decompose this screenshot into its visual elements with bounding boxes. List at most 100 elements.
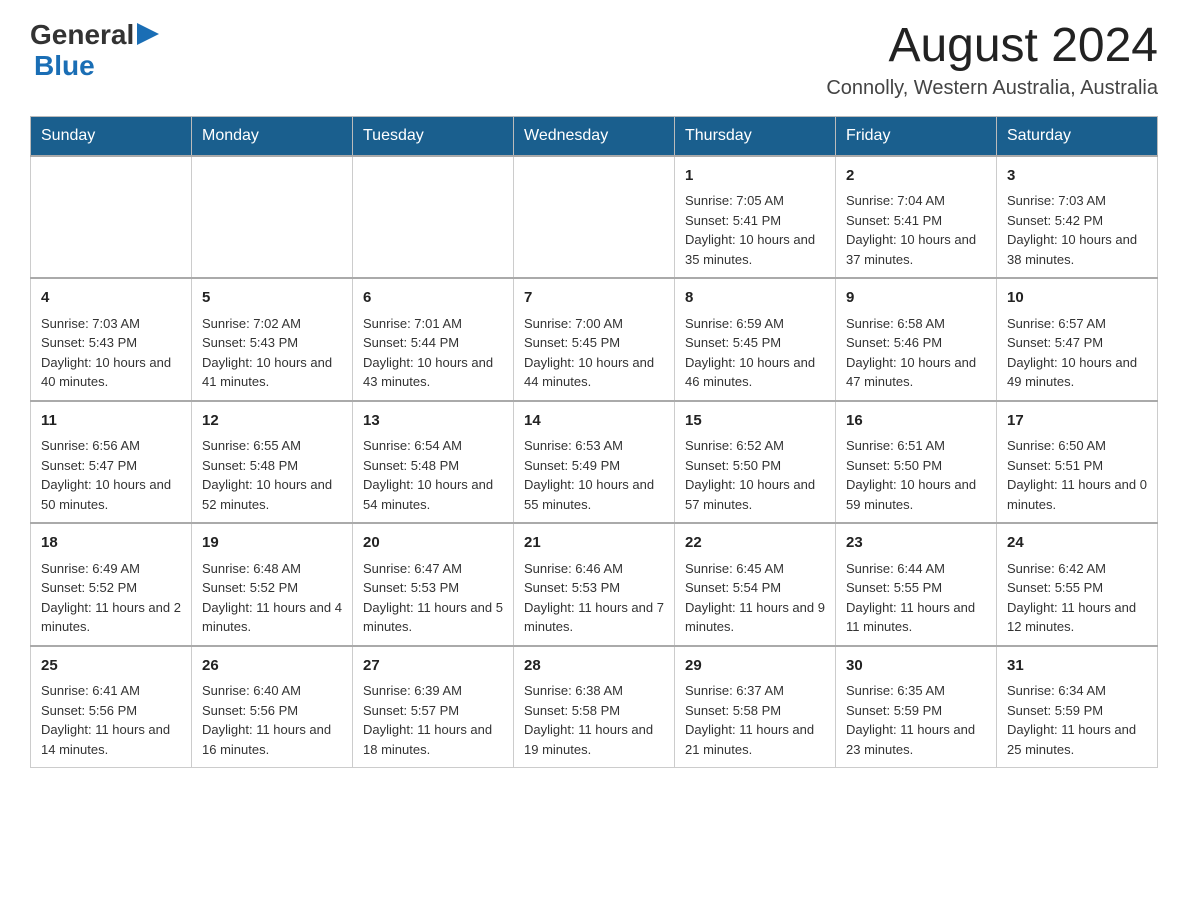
calendar-week-row: 4Sunrise: 7:03 AMSunset: 5:43 PMDaylight… xyxy=(31,278,1158,401)
calendar-cell: 4 Sunrise: 7:03 AMSunset: 5:43 PMDaylight… xyxy=(31,278,192,401)
sunrise-text: Sunrise: 6:45 AM xyxy=(685,559,825,579)
calendar-week-row: 25Sunrise: 6:41 AMSunset: 5:56 PMDayligh… xyxy=(31,646,1158,768)
calendar-cell: 29Sunrise: 6:37 AMSunset: 5:58 PMDayligh… xyxy=(675,646,836,768)
calendar-cell: 14Sunrise: 6:53 AMSunset: 5:49 PMDayligh… xyxy=(514,401,675,524)
sunset-text: Sunset: 5:52 PM xyxy=(202,578,342,598)
sunset-text: Sunset: 5:58 PM xyxy=(524,701,664,721)
sunset-text: Sunset: 5:46 PM xyxy=(846,333,986,353)
calendar-cell: 22Sunrise: 6:45 AMSunset: 5:54 PMDayligh… xyxy=(675,523,836,646)
day-number: 26 xyxy=(202,655,342,678)
sunrise-text: Sunrise: 6:50 AM xyxy=(1007,436,1147,456)
sunrise-text: Sunrise: 6:58 AM xyxy=(846,314,986,334)
day-number: 31 xyxy=(1007,655,1147,678)
day-number: 24 xyxy=(1007,532,1147,555)
sunset-text: Sunset: 5:59 PM xyxy=(846,701,986,721)
daylight-text: Daylight: 11 hours and 21 minutes. xyxy=(685,720,825,759)
month-year-title: August 2024 xyxy=(826,20,1158,73)
calendar-cell: 26Sunrise: 6:40 AMSunset: 5:56 PMDayligh… xyxy=(192,646,353,768)
calendar-cell: 3Sunrise: 7:03 AMSunset: 5:42 PMDaylight… xyxy=(997,156,1158,279)
sunrise-text: Sunrise: 6:38 AM xyxy=(524,681,664,701)
calendar-cell: 6Sunrise: 7:01 AMSunset: 5:44 PMDaylight… xyxy=(353,278,514,401)
calendar-day-header: Thursday xyxy=(675,116,836,156)
daylight-text: Daylight: 11 hours and 18 minutes. xyxy=(363,720,503,759)
calendar-day-header: Monday xyxy=(192,116,353,156)
calendar-cell: 17Sunrise: 6:50 AMSunset: 5:51 PMDayligh… xyxy=(997,401,1158,524)
calendar-day-header: Tuesday xyxy=(353,116,514,156)
sunrise-text: Sunrise: 7:03 AM xyxy=(41,314,181,334)
daylight-text: Daylight: 10 hours and 40 minutes. xyxy=(41,353,181,392)
day-number: 5 xyxy=(202,287,342,310)
day-number: 3 xyxy=(1007,165,1147,188)
daylight-text: Daylight: 11 hours and 23 minutes. xyxy=(846,720,986,759)
calendar-day-header: Friday xyxy=(836,116,997,156)
sunset-text: Sunset: 5:43 PM xyxy=(41,333,181,353)
day-number: 4 xyxy=(41,287,181,310)
daylight-text: Daylight: 10 hours and 52 minutes. xyxy=(202,475,342,514)
calendar-cell: 19Sunrise: 6:48 AMSunset: 5:52 PMDayligh… xyxy=(192,523,353,646)
sunset-text: Sunset: 5:55 PM xyxy=(1007,578,1147,598)
logo-blue-text: Blue xyxy=(34,51,159,82)
day-number: 20 xyxy=(363,532,503,555)
daylight-text: Daylight: 10 hours and 55 minutes. xyxy=(524,475,664,514)
sunrise-text: Sunrise: 6:51 AM xyxy=(846,436,986,456)
day-number: 10 xyxy=(1007,287,1147,310)
sunset-text: Sunset: 5:52 PM xyxy=(41,578,181,598)
sunrise-text: Sunrise: 7:01 AM xyxy=(363,314,503,334)
daylight-text: Daylight: 10 hours and 59 minutes. xyxy=(846,475,986,514)
daylight-text: Daylight: 11 hours and 12 minutes. xyxy=(1007,598,1147,637)
sunrise-text: Sunrise: 6:56 AM xyxy=(41,436,181,456)
calendar-cell: 21Sunrise: 6:46 AMSunset: 5:53 PMDayligh… xyxy=(514,523,675,646)
daylight-text: Daylight: 10 hours and 44 minutes. xyxy=(524,353,664,392)
location-subtitle: Connolly, Western Australia, Australia xyxy=(826,77,1158,100)
logo-arrow-icon xyxy=(137,23,159,45)
day-number: 30 xyxy=(846,655,986,678)
day-number: 21 xyxy=(524,532,664,555)
sunrise-text: Sunrise: 6:55 AM xyxy=(202,436,342,456)
calendar-cell: 16Sunrise: 6:51 AMSunset: 5:50 PMDayligh… xyxy=(836,401,997,524)
day-number: 23 xyxy=(846,532,986,555)
sunset-text: Sunset: 5:53 PM xyxy=(524,578,664,598)
calendar-cell: 23Sunrise: 6:44 AMSunset: 5:55 PMDayligh… xyxy=(836,523,997,646)
day-number: 19 xyxy=(202,532,342,555)
calendar-cell: 18Sunrise: 6:49 AMSunset: 5:52 PMDayligh… xyxy=(31,523,192,646)
day-number: 12 xyxy=(202,410,342,433)
sunrise-text: Sunrise: 6:46 AM xyxy=(524,559,664,579)
sunrise-text: Sunrise: 6:40 AM xyxy=(202,681,342,701)
sunrise-text: Sunrise: 6:54 AM xyxy=(363,436,503,456)
sunrise-text: Sunrise: 6:52 AM xyxy=(685,436,825,456)
sunrise-text: Sunrise: 6:59 AM xyxy=(685,314,825,334)
sunset-text: Sunset: 5:58 PM xyxy=(685,701,825,721)
daylight-text: Daylight: 11 hours and 14 minutes. xyxy=(41,720,181,759)
daylight-text: Daylight: 11 hours and 4 minutes. xyxy=(202,598,342,637)
sunset-text: Sunset: 5:57 PM xyxy=(363,701,503,721)
sunset-text: Sunset: 5:41 PM xyxy=(846,211,986,231)
logo: General Blue xyxy=(30,20,159,82)
sunrise-text: Sunrise: 6:34 AM xyxy=(1007,681,1147,701)
daylight-text: Daylight: 10 hours and 43 minutes. xyxy=(363,353,503,392)
calendar-cell: 9Sunrise: 6:58 AMSunset: 5:46 PMDaylight… xyxy=(836,278,997,401)
sunset-text: Sunset: 5:56 PM xyxy=(41,701,181,721)
day-number: 17 xyxy=(1007,410,1147,433)
sunrise-text: Sunrise: 6:47 AM xyxy=(363,559,503,579)
daylight-text: Daylight: 11 hours and 11 minutes. xyxy=(846,598,986,637)
calendar-cell: 25Sunrise: 6:41 AMSunset: 5:56 PMDayligh… xyxy=(31,646,192,768)
calendar-cell: 5Sunrise: 7:02 AMSunset: 5:43 PMDaylight… xyxy=(192,278,353,401)
sunset-text: Sunset: 5:59 PM xyxy=(1007,701,1147,721)
sunrise-text: Sunrise: 6:37 AM xyxy=(685,681,825,701)
calendar-cell: 10Sunrise: 6:57 AMSunset: 5:47 PMDayligh… xyxy=(997,278,1158,401)
sunset-text: Sunset: 5:49 PM xyxy=(524,456,664,476)
daylight-text: Daylight: 11 hours and 16 minutes. xyxy=(202,720,342,759)
sunset-text: Sunset: 5:45 PM xyxy=(685,333,825,353)
calendar-cell xyxy=(192,156,353,279)
daylight-text: Daylight: 11 hours and 25 minutes. xyxy=(1007,720,1147,759)
day-number: 7 xyxy=(524,287,664,310)
sunrise-text: Sunrise: 7:00 AM xyxy=(524,314,664,334)
sunset-text: Sunset: 5:42 PM xyxy=(1007,211,1147,231)
day-number: 13 xyxy=(363,410,503,433)
sunset-text: Sunset: 5:41 PM xyxy=(685,211,825,231)
calendar-day-header: Sunday xyxy=(31,116,192,156)
sunrise-text: Sunrise: 6:49 AM xyxy=(41,559,181,579)
calendar-cell: 27Sunrise: 6:39 AMSunset: 5:57 PMDayligh… xyxy=(353,646,514,768)
calendar-week-row: 11Sunrise: 6:56 AMSunset: 5:47 PMDayligh… xyxy=(31,401,1158,524)
sunrise-text: Sunrise: 7:02 AM xyxy=(202,314,342,334)
